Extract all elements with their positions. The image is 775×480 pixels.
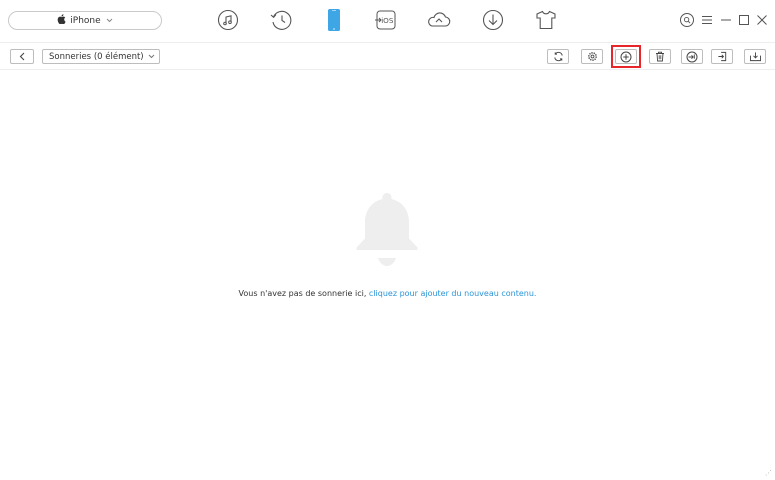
search-icon[interactable] [678,11,696,29]
refresh-button[interactable] [547,49,569,64]
tshirt-icon[interactable] [533,6,559,34]
maximize-icon[interactable] [737,11,751,29]
device-selector[interactable]: iPhone [8,11,162,30]
to-itunes-button[interactable] [681,49,703,64]
settings-button[interactable] [581,49,603,64]
refresh-icon [553,51,563,62]
back-button[interactable] [10,49,34,64]
settings-icon [587,52,597,61]
cloud-icon[interactable] [426,6,452,34]
svg-text:iOS: iOS [381,16,394,25]
bell-icon [354,192,420,272]
minimize-icon[interactable] [719,11,733,29]
chevron-down-icon [148,53,155,61]
add-content-link[interactable]: cliquez pour ajouter du nouveau contenu. [369,289,537,298]
delete-icon [656,51,664,62]
toolbar: Sonneries (0 élément) [0,42,775,70]
empty-state-text: Vous n'avez pas de sonnerie ici, [238,289,369,298]
ios-icon[interactable]: iOS [373,6,399,34]
download-icon[interactable] [480,6,506,34]
empty-state-message: Vous n'avez pas de sonnerie ici, cliquez… [0,289,775,298]
to-pc-button[interactable] [711,49,733,64]
category-label: Sonneries (0 élément) [49,51,144,62]
apple-icon [57,14,66,27]
to-pc-icon [717,51,726,62]
resize-grip-icon[interactable]: ⋰ [765,469,772,477]
close-icon[interactable] [755,11,769,29]
add-button[interactable] [615,49,637,64]
to-device-button[interactable] [744,49,766,64]
to-device-icon [749,52,761,62]
phone-icon[interactable] [321,6,347,34]
to-itunes-icon [686,51,698,62]
music-icon[interactable] [215,6,241,34]
history-icon[interactable] [268,6,294,34]
top-bar: iPhone iOS [0,0,775,42]
chevron-left-icon [19,52,25,61]
delete-button[interactable] [649,49,671,64]
chevron-down-icon [106,17,113,25]
menu-icon[interactable] [700,11,714,29]
category-dropdown[interactable]: Sonneries (0 élément) [42,49,160,64]
add-icon [620,51,632,62]
device-name: iPhone [70,15,101,26]
